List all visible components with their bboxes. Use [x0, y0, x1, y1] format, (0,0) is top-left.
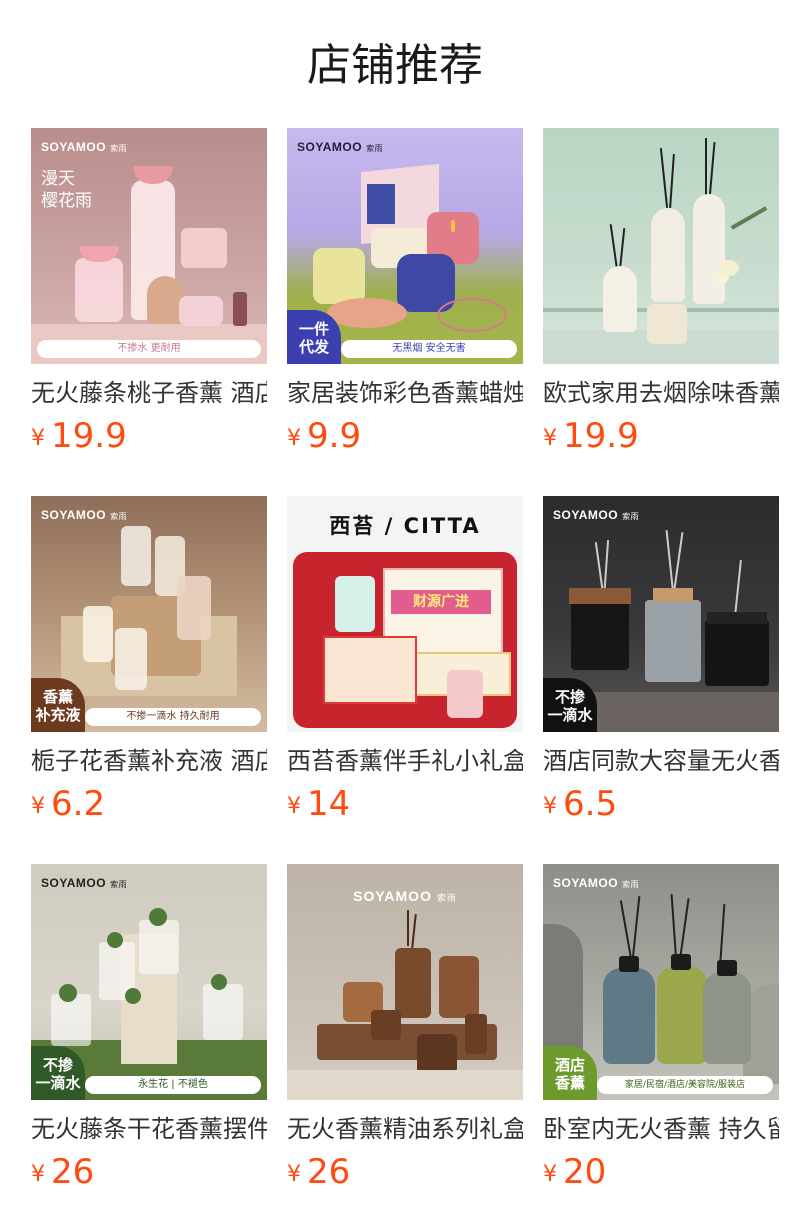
product-card[interactable]: SOYAMOO索雨 香薰 补充液 不掺一滴水 持久耐用 栀子花香薰补充液 酒店同…	[31, 496, 267, 826]
product-card[interactable]: SOYAMOO索雨 不掺 一滴水 酒店同款大容量无火香薰 ¥6.5	[543, 496, 779, 826]
product-image[interactable]: SOYAMOO 索雨 不掺 一滴水 永生花 | 不褪色	[31, 864, 267, 1100]
product-card[interactable]: SOYAMOO 索雨 一件 代发 无黑烟 安全无害 家居装饰彩色香薰蜡烛 ¥9.9	[287, 128, 523, 458]
promo-strip: 不掺水 更耐用	[37, 340, 261, 358]
brand-logo: SOYAMOO 索雨	[553, 508, 640, 522]
product-name[interactable]: 酒店同款大容量无火香薰	[543, 746, 779, 776]
product-price: ¥14	[287, 784, 351, 824]
product-card[interactable]: SOYAMOO 索雨 无火香薰精油系列礼盒 ¥26	[287, 864, 523, 1194]
product-card[interactable]: SOYAMOO 索雨 酒店 香薰 家居/民宿/酒店/美容院/服装店 卧室内无火香薰…	[543, 864, 779, 1194]
brand-logo: SOYAMOO 索雨	[297, 140, 384, 154]
product-image[interactable]: SOYAMOO 索雨 酒店 香薰 家居/民宿/酒店/美容院/服装店	[543, 864, 779, 1100]
badge: 一件 代发	[287, 310, 341, 364]
brand-logo: SOYAMOO 索雨	[41, 508, 128, 522]
overlay-text: 漫天 樱花雨	[41, 169, 92, 211]
badge: 不掺 一滴水	[31, 1046, 85, 1100]
product-price: ¥19.9	[543, 416, 639, 456]
product-price: ¥26	[31, 1152, 95, 1192]
page-title: 店铺推荐	[307, 40, 483, 91]
product-price: ¥19.9	[31, 416, 127, 456]
product-name[interactable]: 欧式家用去烟除味香薰	[543, 378, 779, 408]
product-name[interactable]: 无火香薰精油系列礼盒	[287, 1114, 523, 1144]
product-image[interactable]: SOYAMOO 索雨 一件 代发 无黑烟 安全无害	[287, 128, 523, 364]
product-price: ¥9.9	[287, 416, 362, 456]
overlay-text: 财源广进	[391, 590, 491, 614]
promo-strip: 无黑烟 安全无害	[341, 340, 517, 358]
product-price: ¥6.5	[543, 784, 618, 824]
promo-strip: 永生花 | 不褪色	[85, 1076, 261, 1094]
product-name[interactable]: 无火藤条桃子香薰 酒店同款	[31, 378, 267, 408]
brand-logo: SOYAMOO 索雨	[353, 888, 457, 904]
badge: 酒店 香薰	[543, 1046, 597, 1100]
product-image[interactable]: SOYAMOO 索雨 漫天 樱花雨 不掺水 更耐用	[31, 128, 267, 364]
product-card[interactable]: SOYAMOO索雨 漫天 樱花雨 不掺水 更耐用 无火藤条桃子香薰 酒店同款 ¥…	[31, 128, 267, 458]
product-image[interactable]: SOYAMOO 索雨 香薰 补充液 不掺一滴水 持久耐用	[31, 496, 267, 732]
promo-strip: 不掺一滴水 持久耐用	[85, 708, 261, 726]
product-price: ¥20	[543, 1152, 607, 1192]
product-card[interactable]: SOYAMOO 索雨 不掺 一滴水 永生花 | 不褪色 无火藤条干花香薰摆件 ¥2…	[31, 864, 267, 1194]
badge: 香薰 补充液	[31, 678, 85, 732]
product-image[interactable]: SOYAMOO 索雨	[287, 864, 523, 1100]
badge: 不掺 一滴水	[543, 678, 597, 732]
product-name[interactable]: 栀子花香薰补充液 酒店同款	[31, 746, 267, 776]
product-image[interactable]: 西苔 / CITTA 财源广进	[287, 496, 523, 732]
product-card[interactable]: 西苔 / CITTA 财源广进 西苔香薰伴手礼小礼盒 ¥14	[287, 496, 523, 826]
promo-strip: 家居/民宿/酒店/美容院/服装店	[597, 1076, 773, 1094]
product-price: ¥6.2	[31, 784, 106, 824]
product-card[interactable]: 欧式家用去烟除味香薰 ¥19.9	[543, 128, 779, 458]
product-name[interactable]: 无火藤条干花香薰摆件	[31, 1114, 267, 1144]
product-image[interactable]	[543, 128, 779, 364]
brand-logo: SOYAMOO 索雨	[41, 140, 128, 154]
brand-logo: 西苔 / CITTA	[329, 514, 481, 538]
brand-logo: SOYAMOO 索雨	[41, 876, 128, 890]
product-name[interactable]: 西苔香薰伴手礼小礼盒	[287, 746, 523, 776]
brand-logo: SOYAMOO 索雨	[553, 876, 640, 890]
product-price: ¥26	[287, 1152, 351, 1192]
product-image[interactable]: SOYAMOO 索雨 不掺 一滴水	[543, 496, 779, 732]
product-name[interactable]: 家居装饰彩色香薰蜡烛	[287, 378, 523, 408]
product-name[interactable]: 卧室内无火香薰 持久留香	[543, 1114, 779, 1144]
